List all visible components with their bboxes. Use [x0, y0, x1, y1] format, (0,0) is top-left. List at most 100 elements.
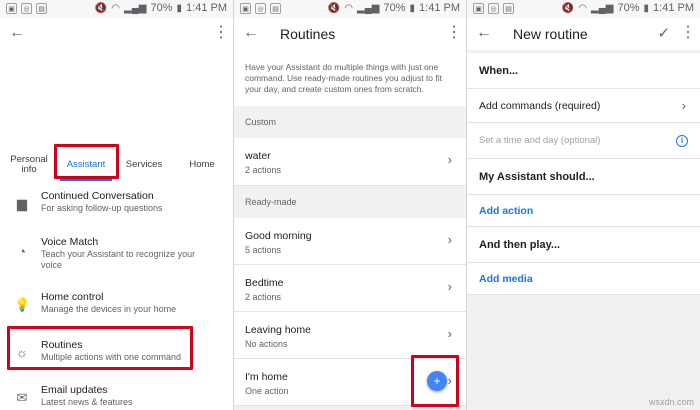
add-media-link[interactable]: Add media — [479, 273, 533, 285]
routine-action-count: 2 actions — [245, 165, 282, 175]
setting-email-updates[interactable]: ✉ Email updates Latest news & features — [0, 378, 233, 410]
signal-icon: ▂▄▆ — [357, 2, 380, 14]
assistant-settings-screen: ▣ ◎ ▤ 🔇 ◠ ▂▄▆ 70% ▮ 1:41 PM ← ⋮ Personal… — [0, 0, 233, 410]
routines-highlight — [7, 326, 193, 370]
section-heading: My Assistant should... — [479, 171, 595, 183]
battery-level: 70% — [150, 2, 173, 14]
assistant-tab-highlight — [54, 144, 119, 179]
status-indicators: 🔇 ◠ ▂▄▆ 70% ▮ 1:41 PM — [95, 2, 227, 14]
clock: 1:41 PM — [653, 2, 694, 14]
signal-icon: ▂▄▆ — [124, 2, 147, 14]
setting-subtitle: Teach your Assistant to recognize your v… — [41, 249, 196, 270]
setting-voice-match[interactable]: ◔ Voice Match Teach your Assistant to re… — [0, 230, 233, 276]
mail-icon: ✉ — [16, 390, 28, 405]
tab-personal-info[interactable]: Personal info — [6, 148, 52, 182]
routine-good-morning[interactable]: Good morning 5 actions › — [234, 218, 466, 265]
app-bar: ← ⋮ — [0, 18, 233, 50]
routine-name: Good morning — [245, 230, 312, 242]
info-icon[interactable]: i — [676, 135, 688, 147]
setting-title: Email updates — [41, 384, 108, 396]
battery-level: 70% — [383, 2, 406, 14]
section-heading: When... — [479, 65, 519, 77]
more-options-icon[interactable]: ⋮ — [213, 24, 229, 42]
page-title: Routines — [280, 26, 336, 42]
signal-icon: ▂▄▆ — [591, 2, 614, 14]
status-indicators: 🔇 ◠ ▂▄▆ 70% ▮ 1:41 PM — [328, 2, 460, 14]
whatsapp-icon: ◎ — [21, 3, 32, 14]
more-options-icon[interactable]: ⋮ — [446, 24, 462, 42]
tab-label: Services — [125, 159, 163, 170]
routine-name: Leaving home — [245, 324, 311, 336]
set-time-row[interactable]: Set a time and day (optional) i — [467, 123, 700, 159]
section-heading: And then play... — [479, 239, 561, 251]
status-bar: ▣ ◎ ▤ 🔇 ◠ ▂▄▆ 70% ▮ 1:41 PM — [467, 0, 700, 18]
routine-water[interactable]: water 2 actions › — [234, 138, 466, 186]
add-action-row[interactable]: Add action — [467, 195, 700, 227]
routine-leaving-home[interactable]: Leaving home No actions › — [234, 312, 466, 359]
status-indicators: 🔇 ◠ ▂▄▆ 70% ▮ 1:41 PM — [562, 2, 694, 14]
setting-subtitle: For asking follow-up questions — [41, 203, 163, 213]
chevron-right-icon: › — [447, 279, 452, 294]
add-action-link[interactable]: Add action — [479, 205, 533, 217]
section-ready-made: Ready-made — [245, 197, 297, 207]
setting-title: Continued Conversation — [41, 190, 154, 202]
battery-icon: ▮ — [176, 2, 183, 14]
back-arrow-icon[interactable]: ← — [242, 24, 260, 42]
app-bar: ← New routine ✓ ⋮ — [467, 18, 700, 50]
image-icon: ▤ — [36, 3, 47, 14]
section-custom: Custom — [245, 117, 277, 127]
tab-label: Personal info — [10, 154, 48, 175]
lightbulb-icon: 💡 — [14, 297, 31, 312]
setting-subtitle: Latest news & features — [41, 397, 133, 407]
setting-title: Home control — [41, 291, 104, 303]
setting-continued-conversation[interactable]: ▆ Continued Conversation For asking foll… — [0, 184, 233, 230]
status-bar: ▣ ◎ ▤ 🔇 ◠ ▂▄▆ 70% ▮ 1:41 PM — [234, 0, 466, 18]
battery-icon: ▮ — [409, 2, 416, 14]
setting-home-control[interactable]: 💡 Home control Manage the devices in you… — [0, 285, 233, 331]
save-check-icon[interactable]: ✓ — [657, 24, 670, 42]
clock: 1:41 PM — [419, 2, 460, 14]
notification-icons: ▣ ◎ ▤ — [240, 3, 281, 14]
tab-services[interactable]: Services — [120, 148, 168, 182]
wifi-icon: ◠ — [344, 2, 354, 14]
voice-match-icon: ◔ — [18, 244, 26, 259]
active-tab-indicator — [60, 179, 112, 181]
chevron-right-icon: › — [447, 152, 452, 167]
battery-icon: ▮ — [643, 2, 650, 14]
image-icon: ▤ — [270, 3, 281, 14]
routine-action-count: 2 actions — [245, 292, 282, 302]
routines-intro: Have your Assistant do multiple things w… — [234, 50, 466, 106]
add-media-row[interactable]: Add media — [467, 263, 700, 295]
add-commands-row[interactable]: Add commands (required) › — [467, 89, 700, 123]
chat-bubble-icon: ▆ — [17, 196, 27, 211]
mute-icon: 🔇 — [327, 2, 341, 14]
chevron-right-icon: › — [447, 326, 452, 341]
chevron-right-icon: › — [447, 232, 452, 247]
mute-icon: 🔇 — [94, 2, 108, 14]
mute-icon: 🔇 — [561, 2, 575, 14]
routine-action-count: One action — [245, 386, 289, 396]
whatsapp-icon: ◎ — [255, 3, 266, 14]
back-arrow-icon[interactable]: ← — [8, 24, 26, 42]
setting-title: Voice Match — [41, 236, 99, 248]
more-options-icon[interactable]: ⋮ — [680, 24, 696, 42]
add-routine-highlight — [411, 355, 459, 407]
battery-level: 70% — [617, 2, 640, 14]
routine-bedtime[interactable]: Bedtime 2 actions › — [234, 265, 466, 312]
setting-subtitle: Manage the devices in your home — [41, 304, 177, 314]
new-routine-screen: ▣ ◎ ▤ 🔇 ◠ ▂▄▆ 70% ▮ 1:41 PM ← New routin… — [467, 0, 700, 410]
back-arrow-icon[interactable]: ← — [475, 24, 493, 42]
wifi-icon: ◠ — [578, 2, 588, 14]
tab-label: Home — [189, 159, 215, 170]
status-bar: ▣ ◎ ▤ 🔇 ◠ ▂▄▆ 70% ▮ 1:41 PM — [0, 0, 233, 18]
set-time-hint: Set a time and day (optional) — [479, 135, 601, 146]
notification-icon-1: ▣ — [240, 3, 251, 14]
routine-name: Bedtime — [245, 277, 284, 289]
image-icon: ▤ — [503, 3, 514, 14]
clock: 1:41 PM — [186, 2, 227, 14]
when-header: When... — [467, 53, 700, 89]
notification-icon-1: ▣ — [6, 3, 17, 14]
routine-name: water — [245, 150, 271, 162]
routine-action-count: 5 actions — [245, 245, 282, 255]
tab-home[interactable]: Home — [180, 148, 224, 182]
